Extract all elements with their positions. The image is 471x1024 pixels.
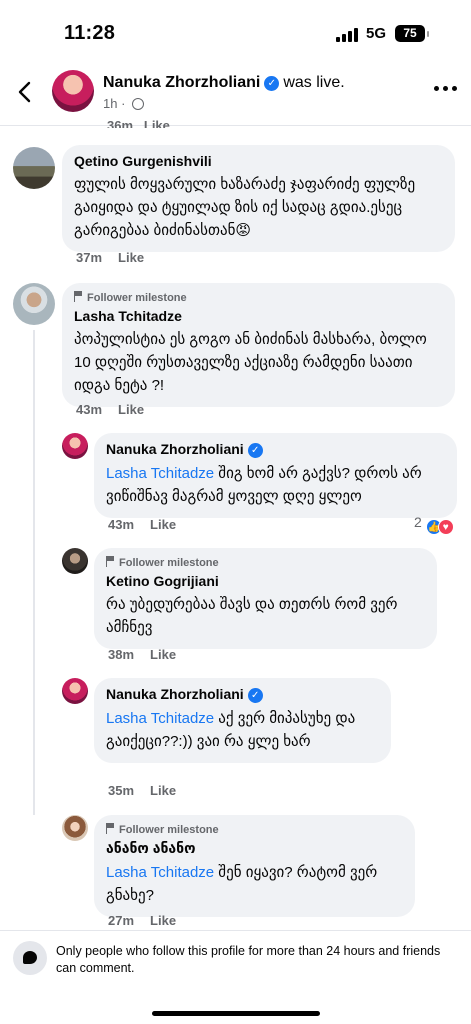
flag-icon [106,556,115,567]
post-meta: 1h · [103,96,145,111]
comment-actions: 43m Like [76,402,144,417]
more-options-button[interactable] [434,86,458,94]
verified-icon: ✓ [264,76,280,91]
comment-time[interactable]: 35m [108,783,134,798]
comment-time[interactable]: 43m [76,402,102,417]
flag-icon [106,823,115,834]
restriction-notice: Only people who follow this profile for … [56,944,441,975]
comment-text: ფულის მოყვარული ხაზარაძე ჯაფარიძე ფულზე … [74,176,416,239]
milestone-label: Follower milestone [119,557,219,569]
like-button[interactable]: Like [150,783,176,798]
reply-bubble[interactable]: Nanuka Zhorzholiani ✓ Lasha Tchitadze აქ … [94,678,391,763]
status-bar: 11:28 5G 75 [0,0,471,66]
mention-link[interactable]: Lasha Tchitadze [106,465,214,482]
battery-icon: 75 [395,25,425,42]
avatar[interactable] [13,147,55,189]
milestone-label: Follower milestone [87,292,187,304]
comment-actions: 27m Like [108,913,176,928]
comment-time[interactable]: 27m [108,913,134,928]
verified-icon: ✓ [247,688,263,703]
reply-bubble[interactable]: Follower milestone ანანო ანანო Lasha Tch… [94,815,415,917]
comment-text: Lasha Tchitadze აქ ვერ მიპასუხე და გაიქე… [106,707,379,753]
comment-author[interactable]: Nanuka Zhorzholiani ✓ [106,441,445,458]
header-title[interactable]: Nanuka Zhorzholiani ✓ was live. [103,74,345,92]
author-name[interactable]: Nanuka Zhorzholiani [106,441,244,457]
chat-bubble-icon [13,941,47,975]
avatar[interactable] [52,70,94,112]
comment-time[interactable]: 38m [108,647,134,662]
comment-time[interactable]: 36m [107,118,133,128]
comment-text: Lasha Tchitadze შენ იყავი? რატომ ვერ გნა… [106,861,403,907]
post-time[interactable]: 1h [103,96,117,111]
love-reaction-icon: ♥ [437,519,454,535]
comment-actions: 38m Like [108,647,176,662]
verified-icon: ✓ [247,443,263,458]
comment-time[interactable]: 37m [76,250,102,265]
back-icon [18,81,31,103]
comment-author[interactable]: Ketino Gogrijiani [106,573,425,589]
battery-tip [427,31,429,37]
milestone-badge: Follower milestone [106,556,425,569]
reply-bubble[interactable]: Follower milestone Ketino Gogrijiani რა … [94,548,437,649]
milestone-badge: Follower milestone [106,823,403,836]
avatar[interactable] [62,548,88,574]
flag-icon [74,291,83,302]
like-button[interactable]: Like [150,647,176,662]
like-button[interactable]: Like [118,250,144,265]
like-button[interactable]: Like [118,402,144,417]
mention-link[interactable]: Lasha Tchitadze [106,710,214,727]
milestone-label: Follower milestone [119,824,219,836]
avatar[interactable] [13,283,55,325]
comment-author[interactable]: Lasha Tchitadze [74,308,443,324]
avatar[interactable] [62,678,88,704]
avatar[interactable] [62,433,88,459]
comment-time[interactable]: 43m [108,517,134,532]
status-time: 11:28 [64,22,116,44]
partial-comment-meta: 36m Like [107,118,170,128]
comment-actions: 43m Like [108,517,176,532]
comment-bubble[interactable]: Qetino Gurgenishvili ფულის მოყვარული ხაზ… [62,145,455,252]
comment-actions: 35m Like [108,783,176,798]
page-name[interactable]: Nanuka Zhorzholiani [103,74,260,91]
thread-line [33,330,35,815]
comment-text: რა უბედურებაა შავს და თეთრს რომ ვერ ამჩნ… [106,596,398,636]
milestone-badge: Follower milestone [74,291,443,304]
like-button[interactable]: Like [144,118,170,128]
avatar[interactable] [62,815,88,841]
comment-text: Lasha Tchitadze შიგ ხომ არ გაქვს? დროს ა… [106,462,445,508]
comment-bubble[interactable]: Follower milestone Lasha Tchitadze პოპულ… [62,283,455,407]
comment-text: პოპულისტია ეს გოგო ან ბიძინას მასხარა, ბ… [74,331,427,394]
reaction-summary[interactable]: 2 👍 ♥ [414,514,454,535]
like-button[interactable]: Like [150,913,176,928]
signal-icon [336,28,358,42]
reply-bubble[interactable]: Nanuka Zhorzholiani ✓ Lasha Tchitadze შიგ… [94,433,457,518]
comment-author[interactable]: Qetino Gurgenishvili [74,153,443,169]
globe-icon [132,98,145,110]
home-indicator[interactable] [152,1011,320,1016]
back-button[interactable] [12,78,40,106]
more-icon [434,86,439,91]
comment-author[interactable]: Nanuka Zhorzholiani ✓ [106,686,379,703]
comment-author[interactable]: ანანო ანანო [106,840,403,857]
author-name[interactable]: Nanuka Zhorzholiani [106,686,244,702]
mention-link[interactable]: Lasha Tchitadze [106,864,214,881]
comment-restriction-footer: Only people who follow this profile for … [0,930,471,1024]
comment-actions: 37m Like [76,250,144,265]
reaction-count: 2 [414,514,422,530]
post-header: Nanuka Zhorzholiani ✓ was live. 1h · [0,66,471,126]
network-label: 5G [366,25,387,42]
header-action: was live. [283,74,345,91]
like-button[interactable]: Like [150,517,176,532]
